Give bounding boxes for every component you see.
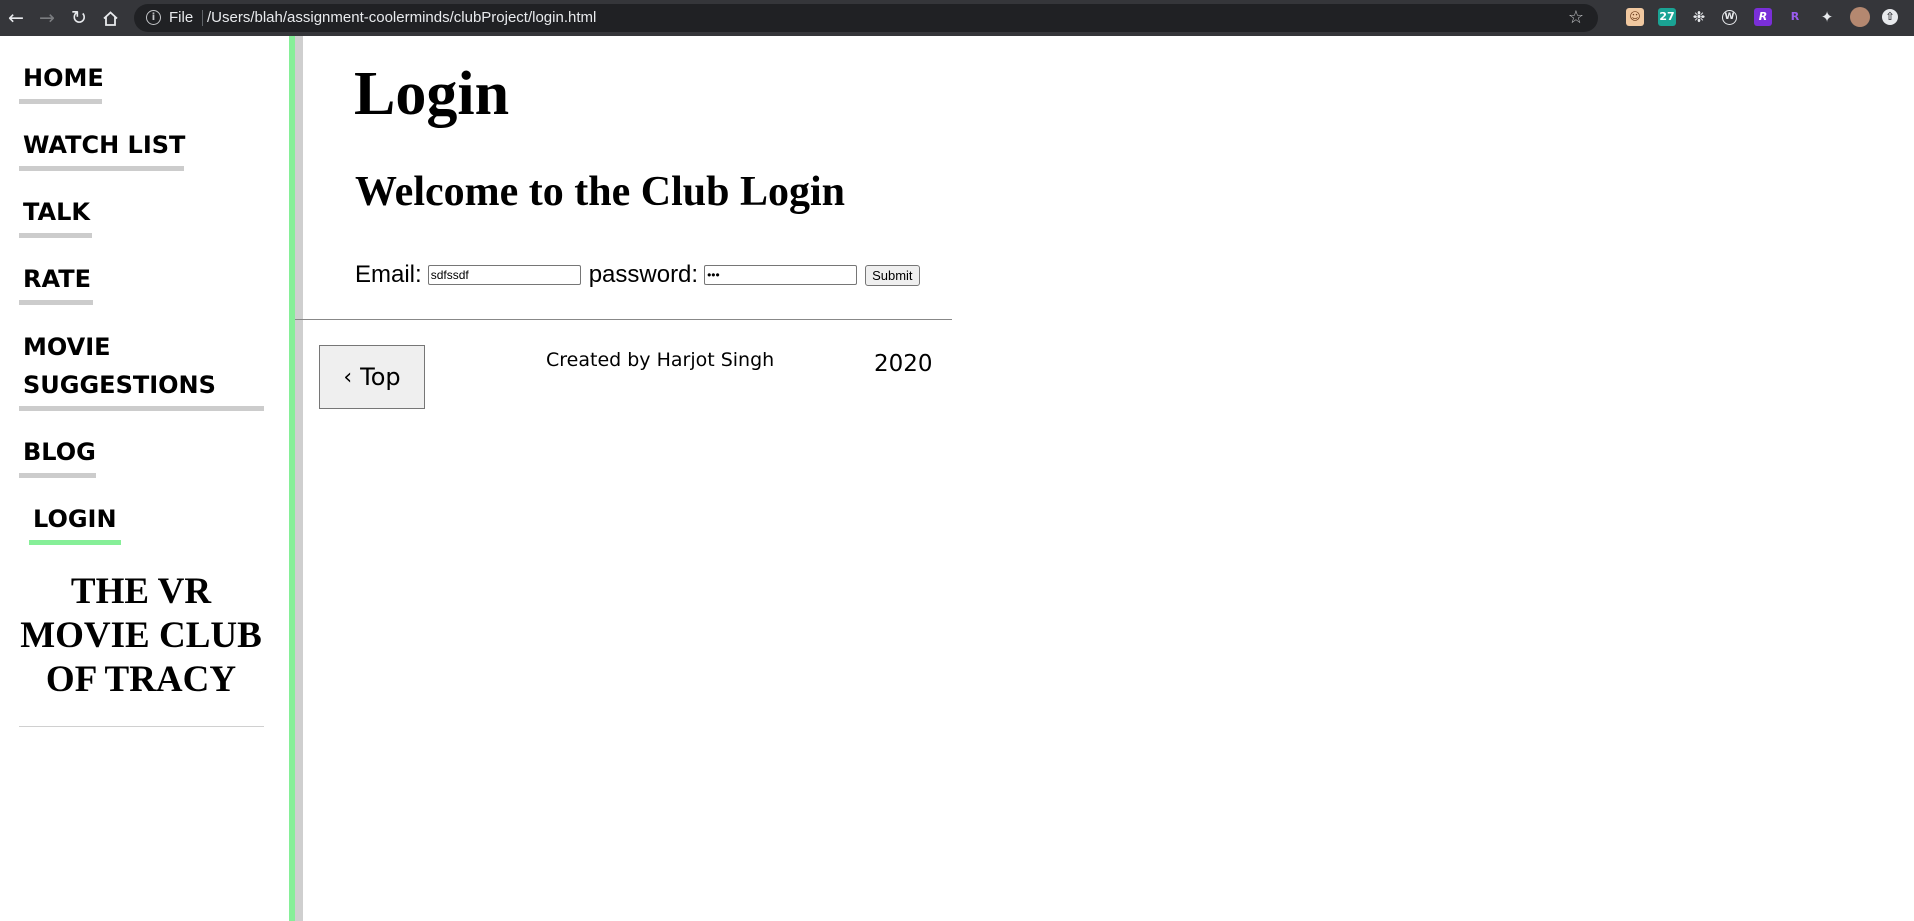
sidebar-item-login[interactable]: LOGIN [29, 500, 121, 545]
sidebar-item-blog[interactable]: BLOG [19, 433, 96, 478]
browser-toolbar: ← → ↻ i File /Users/blah/assignment-cool… [0, 0, 1914, 36]
footer-year: 2020 [874, 351, 933, 377]
club-title: THE VR MOVIE CLUB OF TRACY [20, 571, 262, 700]
sidebar-border [295, 36, 303, 921]
extension-r-outline-icon[interactable]: R [1786, 8, 1804, 26]
top-button-label: Top [360, 363, 401, 391]
extension-gear-icon[interactable]: ❉ [1690, 8, 1708, 26]
home-icon[interactable] [97, 5, 123, 31]
extension-w-icon[interactable]: W [1722, 10, 1737, 25]
address-bar[interactable]: i File /Users/blah/assignment-coolermind… [134, 4, 1598, 32]
scheme-label: File [169, 9, 194, 26]
profile-avatar[interactable] [1850, 7, 1870, 27]
bookmark-star-icon[interactable]: ☆ [1568, 7, 1584, 28]
extension-r-icon[interactable]: R [1754, 8, 1772, 26]
sidebar-item-rate[interactable]: RATE [19, 260, 93, 305]
nav-underline [19, 300, 93, 305]
nav-underline-active [29, 540, 121, 545]
page-title: Login [354, 60, 510, 128]
sidebar-divider [19, 726, 264, 727]
sidebar-item-talk[interactable]: TALK [19, 193, 92, 238]
extension-face-icon[interactable]: ☺ [1626, 8, 1644, 26]
submit-button[interactable]: Submit [865, 264, 920, 286]
nav-underline [19, 166, 184, 171]
extension-calendar-icon[interactable]: 27 [1658, 8, 1676, 26]
reload-icon[interactable]: ↻ [66, 5, 92, 31]
nav-underline [19, 406, 264, 411]
sidebar-item-home[interactable]: HOME [19, 59, 104, 104]
top-button[interactable]: ‹ Top [319, 345, 425, 409]
url-text[interactable]: /Users/blah/assignment-coolerminds/clubP… [207, 9, 596, 26]
footer-credit: Created by Harjot Singh [546, 349, 775, 371]
update-icon[interactable]: ⇧ [1882, 9, 1898, 25]
password-label: password: [588, 261, 699, 288]
sidebar-item-watch-list[interactable]: WATCH LIST [19, 126, 185, 171]
page: HOME WATCH LIST TALK RATE MOVIE SUGGESTI… [0, 36, 1914, 921]
footer-divider [295, 319, 952, 320]
scheme-separator [202, 10, 203, 26]
nav-underline [19, 99, 102, 104]
chevron-left-icon: ‹ [343, 364, 353, 390]
email-label: Email: [355, 261, 422, 288]
sidebar: HOME WATCH LIST TALK RATE MOVIE SUGGESTI… [0, 36, 289, 921]
welcome-heading: Welcome to the Club Login [355, 169, 845, 215]
extensions-puzzle-icon[interactable]: ✦ [1818, 8, 1836, 26]
nav-underline [19, 473, 96, 478]
forward-icon[interactable]: → [34, 5, 60, 31]
back-icon[interactable]: ← [3, 5, 29, 31]
sidebar-item-movie-suggestions[interactable]: MOVIE SUGGESTIONS [19, 328, 264, 411]
info-icon[interactable]: i [146, 10, 161, 25]
password-field[interactable] [704, 265, 858, 285]
nav-underline [19, 233, 92, 238]
email-field[interactable] [427, 265, 581, 285]
login-form: Email: password: Submit [355, 258, 920, 292]
